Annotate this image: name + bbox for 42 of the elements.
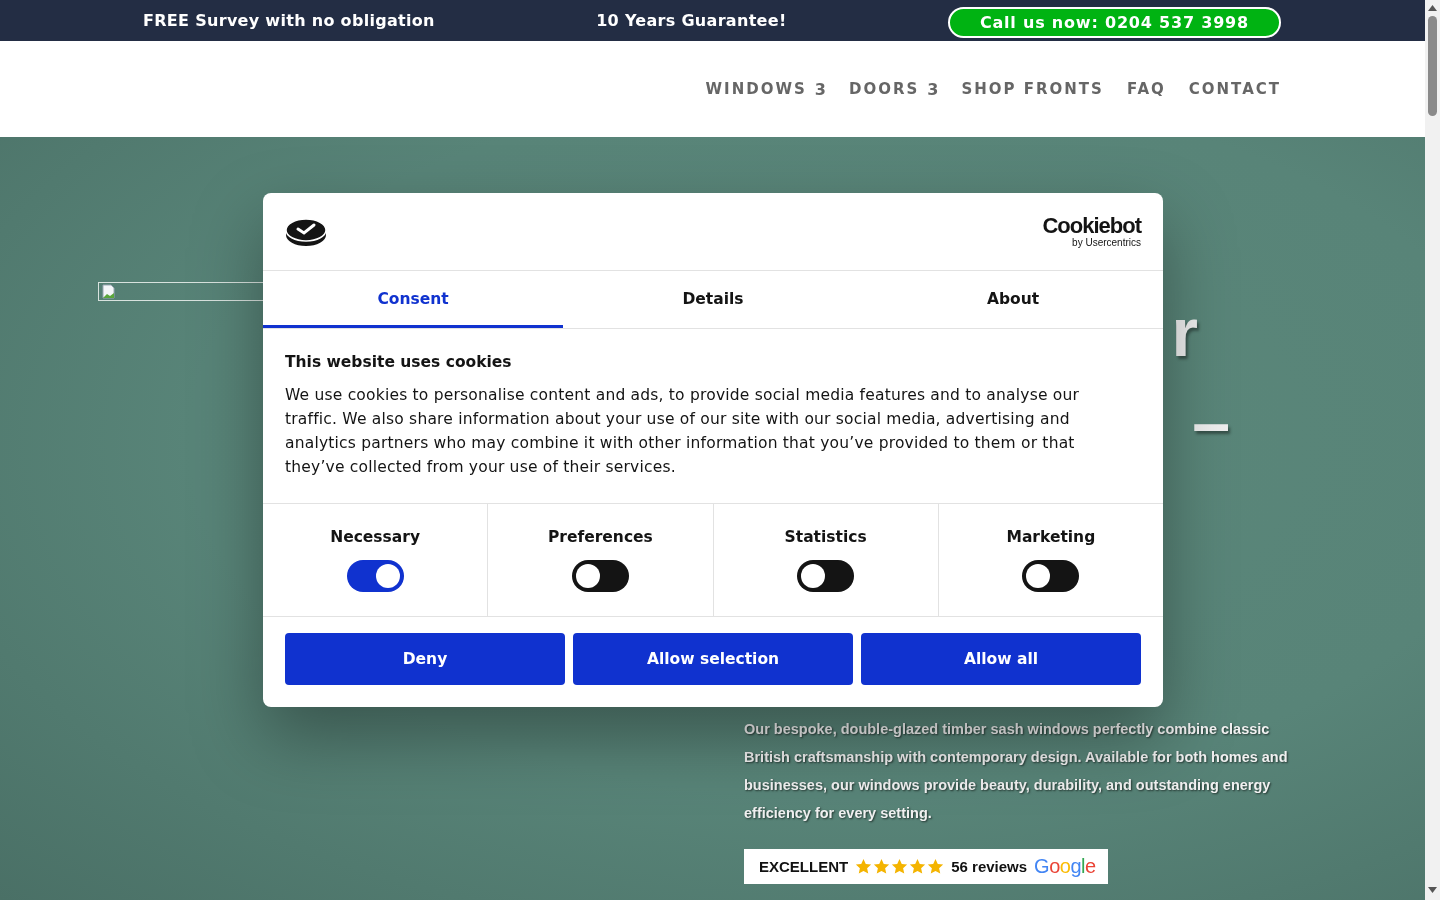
star-icon bbox=[927, 858, 945, 875]
hero-heading: – bbox=[1192, 383, 1230, 462]
dialog-tab[interactable]: Consent bbox=[263, 271, 563, 328]
nav-link[interactable]: DOORS 3 bbox=[848, 79, 939, 99]
nav-link[interactable]: WINDOWS 3 bbox=[705, 79, 826, 99]
survey-text: FREE Survey with no obligation bbox=[143, 11, 435, 30]
star-icon bbox=[891, 858, 909, 875]
dialog-tab[interactable]: About bbox=[863, 271, 1163, 328]
toggle-switch[interactable] bbox=[571, 560, 629, 592]
broken-image-icon bbox=[101, 284, 117, 300]
rating-text: EXCELLENT bbox=[759, 858, 849, 875]
star-icon bbox=[873, 858, 891, 875]
star-icon bbox=[855, 858, 873, 875]
category-label: Preferences bbox=[547, 528, 653, 546]
scroll-down-icon[interactable] bbox=[1428, 887, 1437, 893]
consent-button[interactable]: Deny bbox=[285, 633, 565, 685]
star-icon bbox=[909, 858, 927, 875]
nav-link[interactable]: SHOP FRONTS bbox=[961, 80, 1104, 98]
caret-icon: 3 bbox=[927, 79, 939, 99]
hero-description: Our bespoke, double-glazed timber sash windows perfectly combine classic British craftsmanship with contemporary design. Available for both homes and businesses, our windows provide beauty, durability, and outstanding energy efficiency for every setting. bbox=[744, 720, 1289, 823]
dialog-tab[interactable]: Details bbox=[563, 271, 863, 328]
scrollbar[interactable] bbox=[1425, 0, 1440, 900]
guarantee-text: 10 Years Guarantee! bbox=[596, 11, 787, 30]
google-logo: Google bbox=[1034, 855, 1096, 878]
category-label: Statistics bbox=[784, 528, 867, 546]
consent-button[interactable]: Allow all bbox=[861, 633, 1141, 685]
scroll-up-icon[interactable] bbox=[1428, 5, 1437, 11]
category-label: Necessary bbox=[330, 528, 421, 546]
toggle-switch[interactable] bbox=[797, 560, 855, 592]
hero-heading: r bbox=[1171, 293, 1198, 372]
caret-icon: 3 bbox=[814, 79, 826, 99]
cookiebot-logo: Cookiebot by Usercentrics bbox=[1042, 215, 1141, 248]
scrollbar-thumb[interactable] bbox=[1428, 16, 1437, 116]
category-label: Marketing bbox=[1006, 528, 1096, 546]
toggle-switch[interactable] bbox=[346, 560, 404, 592]
dialog-text: We use cookies to personalise content and ads, to provide social media features and to analyse our traffic. We also share information about your use of our site with our social media, advertising and analytics partners who may combine it with other information that you’ve provided to them or that they’ve collected from your use of their services. bbox=[285, 385, 1081, 478]
dialog-title: This website uses cookies bbox=[285, 353, 513, 371]
review-count: 56 reviews bbox=[951, 858, 1028, 875]
toggle-switch[interactable] bbox=[1022, 560, 1080, 592]
consent-button[interactable]: Allow selection bbox=[573, 633, 853, 685]
nav-link[interactable]: FAQ bbox=[1126, 80, 1166, 98]
nav-link[interactable]: CONTACT bbox=[1188, 80, 1281, 98]
